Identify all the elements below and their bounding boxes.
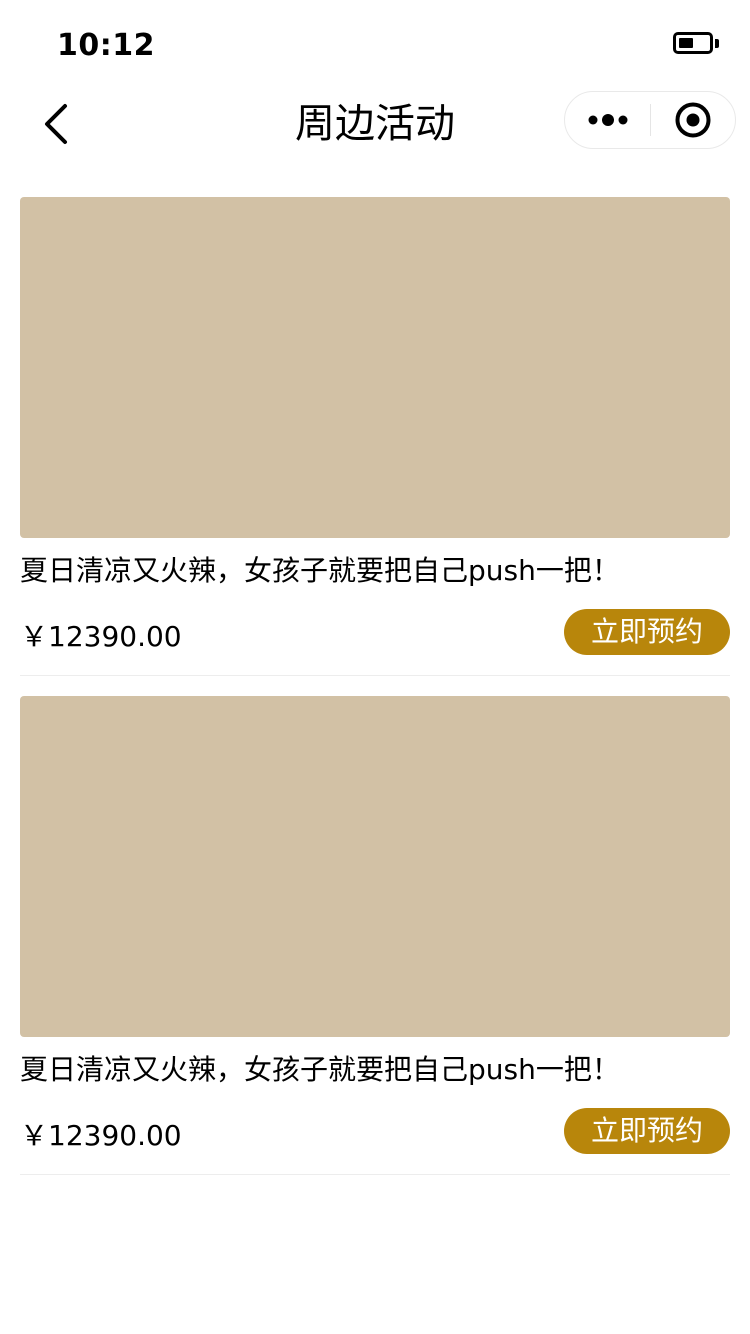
activity-list: 夏日清凉又火辣，女孩子就要把自己push一把！ ￥12390.00 立即预约 夏… — [20, 197, 730, 1195]
activity-image[interactable] — [20, 696, 730, 1037]
activity-card[interactable]: 夏日清凉又火辣，女孩子就要把自己push一把！ ￥12390.00 立即预约 — [20, 197, 730, 676]
battery-cap — [715, 39, 719, 48]
close-button[interactable] — [651, 92, 735, 148]
book-now-button[interactable]: 立即预约 — [564, 609, 730, 655]
activity-title: 夏日清凉又火辣，女孩子就要把自己push一把！ — [20, 555, 620, 587]
battery-level — [679, 38, 693, 48]
activity-image[interactable] — [20, 197, 730, 538]
activity-title: 夏日清凉又火辣，女孩子就要把自己push一把！ — [20, 1054, 620, 1086]
status-time: 10:12 — [57, 28, 155, 63]
book-now-button[interactable]: 立即预约 — [564, 1108, 730, 1154]
page-title: 周边活动 — [295, 101, 455, 147]
activity-price: ￥12390.00 — [20, 620, 182, 653]
activity-price: ￥12390.00 — [20, 1119, 182, 1152]
battery-icon — [673, 32, 713, 54]
target-circle-icon — [675, 102, 711, 138]
nav-bar: 周边活动 — [0, 88, 750, 160]
activity-card[interactable]: 夏日清凉又火辣，女孩子就要把自己push一把！ ￥12390.00 立即预约 — [20, 696, 730, 1175]
mini-program-capsule — [564, 91, 736, 149]
chevron-left-icon — [45, 104, 67, 144]
back-button[interactable] — [30, 98, 82, 150]
more-button[interactable] — [565, 92, 651, 148]
more-dots-icon — [588, 114, 628, 126]
screen: 10:12 周边活动 夏日清凉又火辣，女孩子就要把自己push一把！ ￥1239… — [0, 0, 750, 1334]
status-bar: 10:12 — [0, 0, 750, 88]
